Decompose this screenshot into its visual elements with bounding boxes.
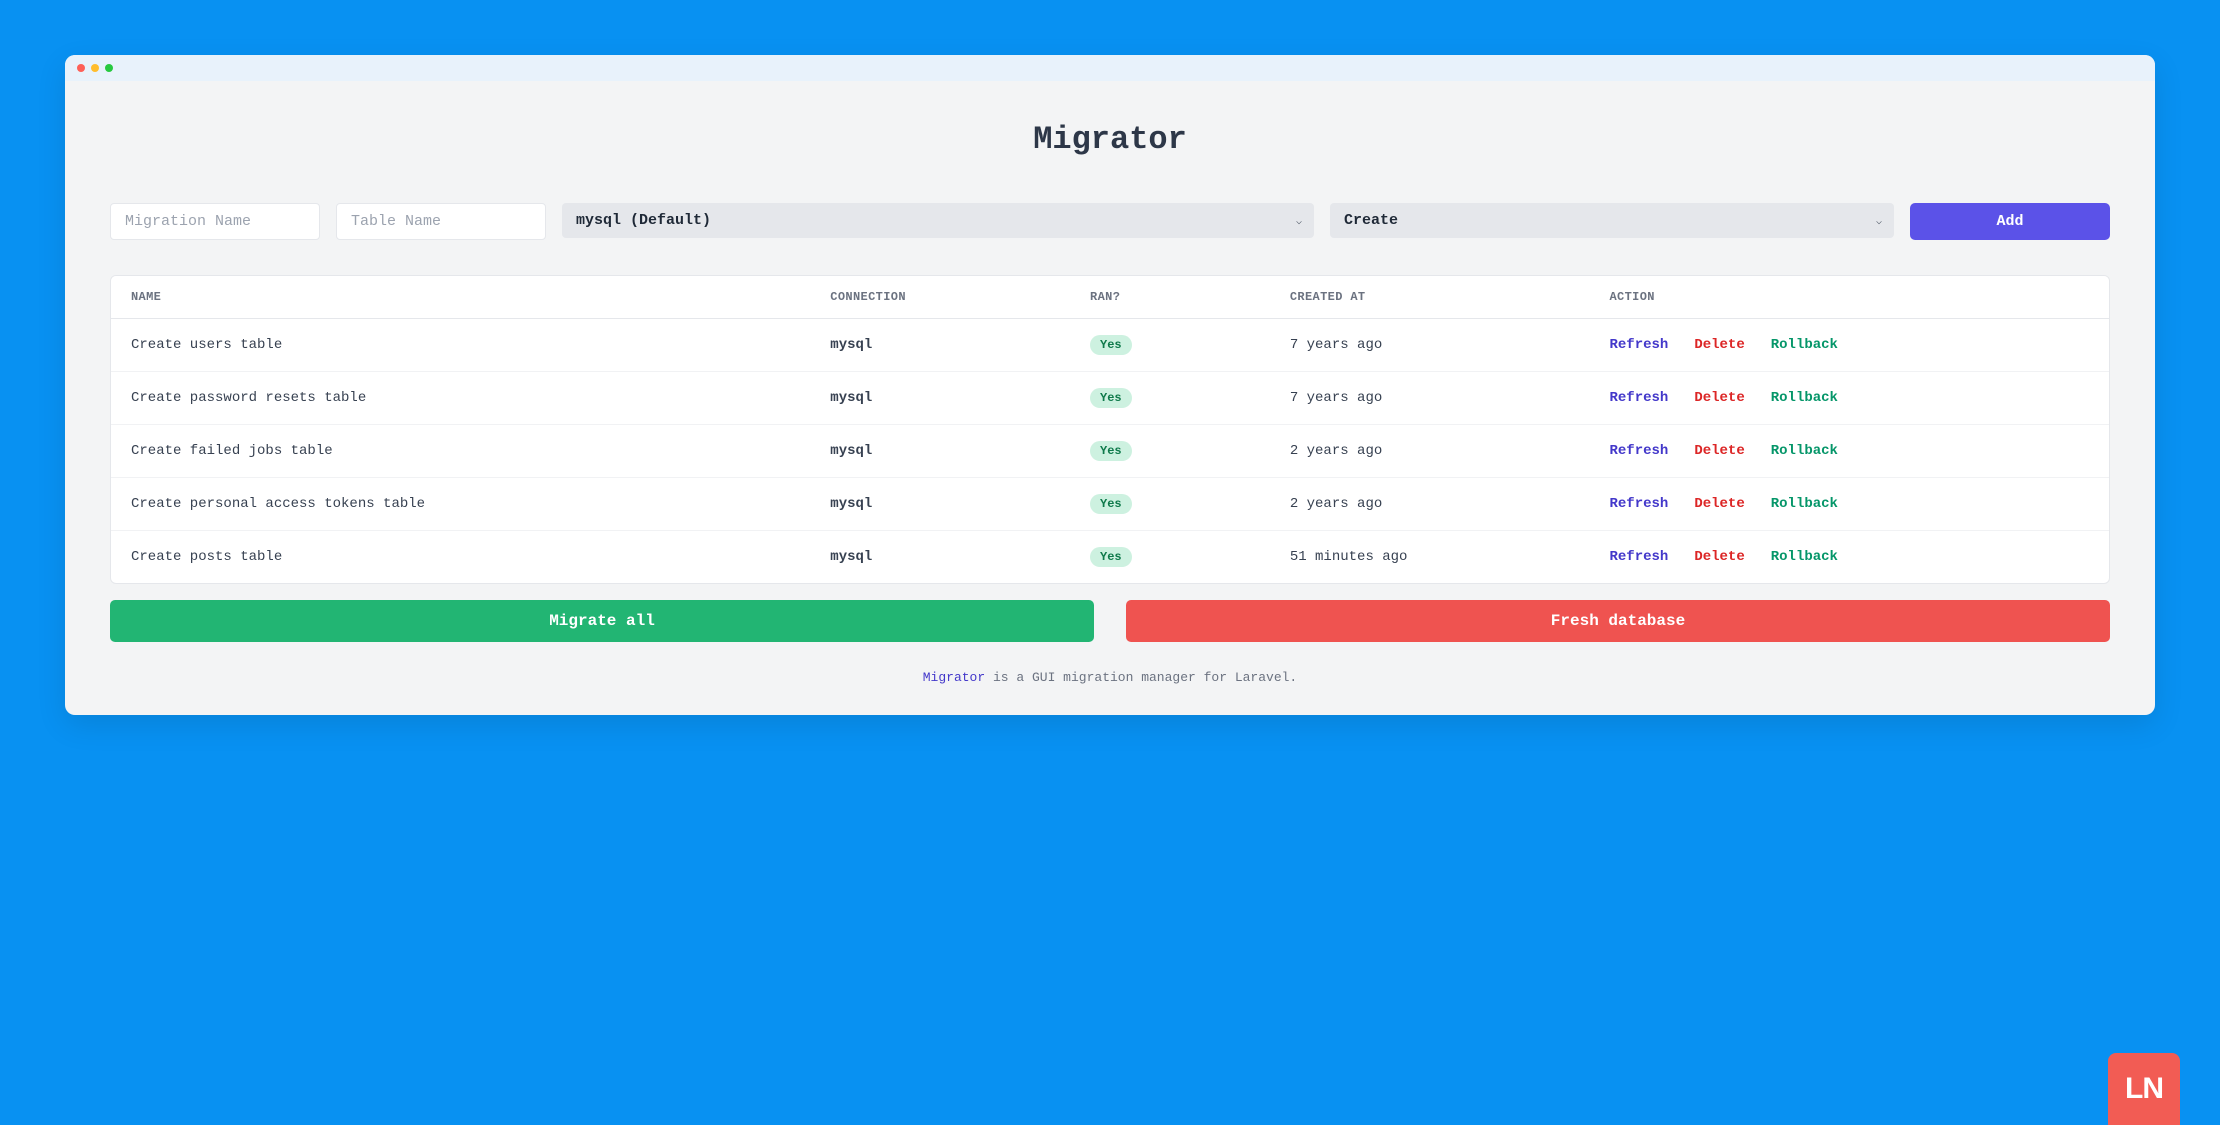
cell-created: 7 years ago [1270, 319, 1590, 372]
refresh-link[interactable]: Refresh [1610, 549, 1669, 565]
table-row: Create password resets tablemysql Yes 7 ye… [111, 372, 2109, 425]
ran-badge: Yes [1090, 547, 1132, 567]
cell-ran: Yes [1070, 372, 1270, 425]
table-row: Create users tablemysqlYes7 years agoRef… [111, 319, 2109, 372]
delete-link[interactable]: Delete [1694, 496, 1744, 512]
cell-ran: Yes [1070, 319, 1270, 372]
cell-connection: mysql [810, 425, 1070, 478]
app-window: Migrator mysql (Default) Create Add NAME [65, 55, 2155, 715]
cell-created: 7 years ago [1270, 372, 1590, 425]
cell-connection: mysql [810, 372, 1070, 425]
cell-ran: Yes [1070, 425, 1270, 478]
migrations-table-card: NAME CONNECTION RAN? CREATED AT ACTION C… [110, 275, 2110, 584]
header-ran: RAN? [1070, 276, 1270, 319]
cell-created: 51 minutes ago [1270, 531, 1590, 584]
table-row: Create posts tablemysql Yes 51 minutes ago… [111, 531, 2109, 584]
cell-created: 2 years ago [1270, 425, 1590, 478]
cell-actions: Refresh Delete Rollback [1590, 372, 2110, 425]
cell-name: Create password resets table [111, 372, 810, 425]
type-select[interactable]: Create [1330, 203, 1894, 238]
ran-badge: Yes [1090, 441, 1132, 461]
header-action: ACTION [1590, 276, 2110, 319]
cell-ran: Yes [1070, 531, 1270, 584]
cell-connection: mysql [810, 478, 1070, 531]
table-row: Create personal access tokens tablemysql… [111, 478, 2109, 531]
cell-ran: Yes [1070, 478, 1270, 531]
ran-badge: Yes [1090, 388, 1132, 408]
ln-badge-icon: LN [2108, 1053, 2180, 1125]
refresh-link[interactable]: Refresh [1610, 337, 1669, 353]
connection-select-wrap: mysql (Default) [562, 203, 1314, 240]
app-content: Migrator mysql (Default) Create Add NAME [65, 81, 2155, 715]
rollback-link[interactable]: Rollback [1771, 390, 1838, 406]
maximize-icon[interactable] [105, 64, 113, 72]
table-name-input[interactable] [336, 203, 546, 240]
add-button[interactable]: Add [1910, 203, 2110, 240]
cell-name: Create personal access tokens table [111, 478, 810, 531]
minimize-icon[interactable] [91, 64, 99, 72]
type-select-wrap: Create [1330, 203, 1894, 240]
rollback-link[interactable]: Rollback [1771, 337, 1838, 353]
cell-name: Create posts table [111, 531, 810, 584]
delete-link[interactable]: Delete [1694, 337, 1744, 353]
delete-link[interactable]: Delete [1694, 443, 1744, 459]
close-icon[interactable] [77, 64, 85, 72]
header-created: CREATED AT [1270, 276, 1590, 319]
footer-link[interactable]: Migrator [923, 670, 985, 685]
table-row: Create failed jobs tablemysql Yes 2 years … [111, 425, 2109, 478]
migrations-table: NAME CONNECTION RAN? CREATED AT ACTION C… [111, 276, 2109, 583]
cell-actions: Refresh Delete Rollback [1590, 531, 2110, 584]
bottom-buttons: Migrate all Fresh database [110, 600, 2110, 642]
migration-name-input[interactable] [110, 203, 320, 240]
delete-link[interactable]: Delete [1694, 390, 1744, 406]
delete-link[interactable]: Delete [1694, 549, 1744, 565]
cell-connection: mysql [810, 531, 1070, 584]
connection-select[interactable]: mysql (Default) [562, 203, 1314, 238]
migrate-all-button[interactable]: Migrate all [110, 600, 1094, 642]
header-name: NAME [111, 276, 810, 319]
refresh-link[interactable]: Refresh [1610, 443, 1669, 459]
cell-name: Create users table [111, 319, 810, 372]
cell-created: 2 years ago [1270, 478, 1590, 531]
cell-actions: Refresh Delete Rollback [1590, 425, 2110, 478]
refresh-link[interactable]: Refresh [1610, 496, 1669, 512]
header-connection: CONNECTION [810, 276, 1070, 319]
rollback-link[interactable]: Rollback [1771, 443, 1838, 459]
rollback-link[interactable]: Rollback [1771, 549, 1838, 565]
cell-actions: Refresh Delete Rollback [1590, 478, 2110, 531]
fresh-database-button[interactable]: Fresh database [1126, 600, 2110, 642]
cell-actions: Refresh Delete Rollback [1590, 319, 2110, 372]
footer-text: Migrator is a GUI migration manager for … [110, 670, 2110, 685]
cell-name: Create failed jobs table [111, 425, 810, 478]
ran-badge: Yes [1090, 335, 1132, 355]
ran-badge: Yes [1090, 494, 1132, 514]
window-titlebar [65, 55, 2155, 81]
refresh-link[interactable]: Refresh [1610, 390, 1669, 406]
toolbar: mysql (Default) Create Add [110, 203, 2110, 240]
cell-connection: mysql [810, 319, 1070, 372]
rollback-link[interactable]: Rollback [1771, 496, 1838, 512]
page-title: Migrator [110, 121, 2110, 158]
footer-rest: is a GUI migration manager for Laravel. [985, 670, 1297, 685]
